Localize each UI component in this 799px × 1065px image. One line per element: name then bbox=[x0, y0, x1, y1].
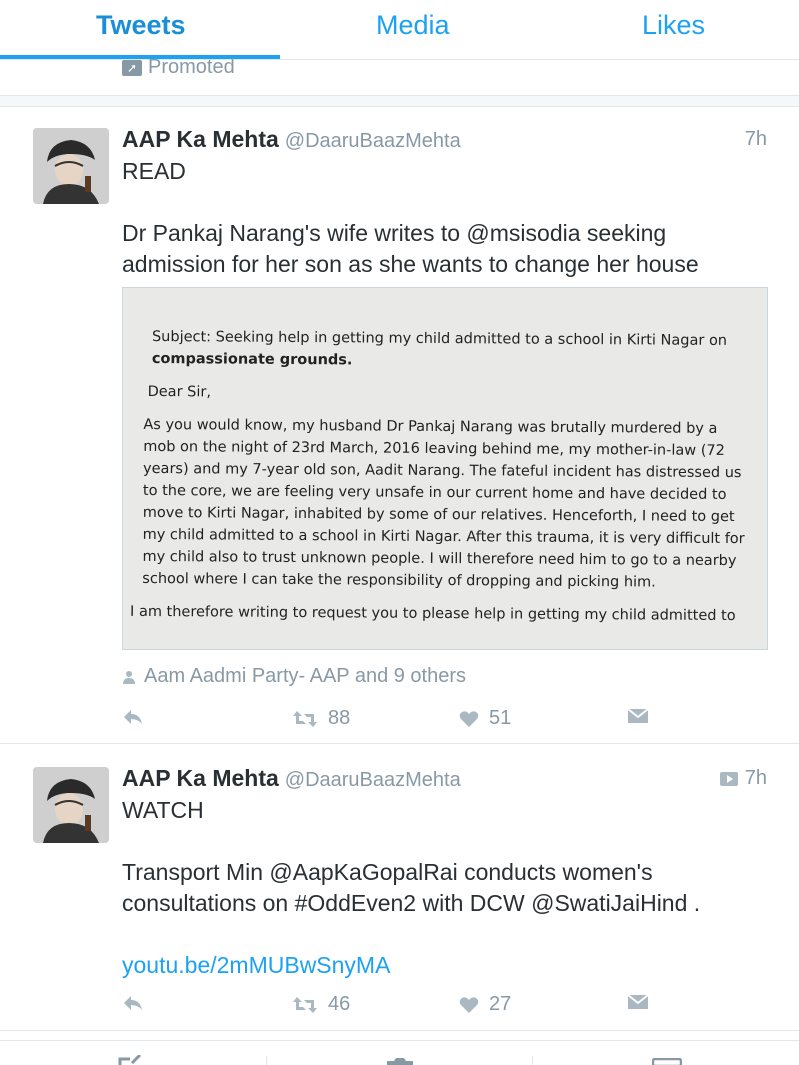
author-name[interactable]: AAP Ka Mehta @DaaruBaazMehta bbox=[122, 765, 461, 792]
timestamp[interactable]: 7h bbox=[719, 767, 767, 790]
timeline-separator bbox=[0, 95, 799, 107]
tweet-image[interactable]: Subject: Seeking help in getting my chil… bbox=[122, 287, 768, 650]
letter-document: Subject: Seeking help in getting my chil… bbox=[130, 326, 752, 638]
toolbar-divider bbox=[266, 1056, 267, 1065]
avatar[interactable] bbox=[33, 767, 109, 843]
compose-icon[interactable] bbox=[118, 1055, 148, 1065]
tweet-text-line: consultations on #OddEven2 with DCW @Swa… bbox=[122, 890, 701, 916]
envelope-icon bbox=[627, 708, 649, 723]
avatar[interactable] bbox=[33, 128, 109, 204]
tweet-actions: 88 51 bbox=[122, 707, 662, 731]
direct-message-button[interactable] bbox=[627, 707, 649, 725]
tweet-text-line: admission for her son as she wants to ch… bbox=[122, 251, 699, 277]
timestamp[interactable]: 7h bbox=[745, 128, 767, 151]
social-context[interactable]: Aam Aadmi Party- AAP and 9 others bbox=[122, 665, 466, 688]
letter-subject-bold: compassionate grounds. bbox=[151, 350, 353, 369]
heart-icon bbox=[459, 710, 479, 727]
social-context-text[interactable]: Aam Aadmi Party- AAP and 9 others bbox=[144, 665, 466, 688]
letter-salutation: Dear Sir, bbox=[147, 383, 212, 401]
username[interactable]: @DaaruBaazMehta bbox=[285, 769, 461, 791]
tweet-text-line: WATCH bbox=[122, 797, 204, 823]
username[interactable]: @DaaruBaazMehta bbox=[285, 130, 461, 152]
promoted-text: Promoted bbox=[148, 56, 235, 78]
tab-likes[interactable]: Likes bbox=[642, 10, 705, 41]
video-icon bbox=[719, 771, 738, 786]
promoted-arrow-icon: ➚ bbox=[122, 59, 142, 76]
letter-subject: Subject: Seeking help in getting my chil… bbox=[151, 328, 728, 349]
reply-button[interactable] bbox=[122, 707, 144, 727]
heart-icon bbox=[459, 996, 479, 1013]
like-count: 51 bbox=[489, 707, 512, 729]
like-button[interactable]: 51 bbox=[459, 707, 511, 730]
like-count: 27 bbox=[489, 993, 512, 1015]
time-text[interactable]: 7h bbox=[745, 128, 767, 151]
profile-tabs: Tweets Media Likes bbox=[0, 0, 799, 60]
tweet-text-line: Dr Pankaj Narang's wife writes to @msiso… bbox=[122, 220, 667, 246]
list-icon[interactable] bbox=[652, 1058, 682, 1065]
tweet-divider bbox=[0, 743, 799, 744]
tweet-link[interactable]: youtu.be/2mMUBwSnyMA bbox=[122, 950, 390, 981]
envelope-icon bbox=[627, 994, 649, 1009]
retweet-button[interactable]: 88 bbox=[292, 707, 350, 730]
retweet-icon bbox=[293, 710, 317, 727]
reply-icon bbox=[124, 710, 142, 724]
direct-message-button[interactable] bbox=[627, 993, 649, 1011]
tweet-actions: 46 27 bbox=[122, 993, 662, 1017]
tab-media[interactable]: Media bbox=[376, 10, 450, 41]
letter-body-continued: I am therefore writing to request you to… bbox=[130, 603, 736, 625]
tab-tweets[interactable]: Tweets bbox=[96, 10, 186, 41]
promoted-label: ➚ Promoted bbox=[122, 56, 235, 79]
display-name[interactable]: AAP Ka Mehta bbox=[122, 126, 279, 152]
camera-icon[interactable] bbox=[385, 1057, 415, 1065]
tweet-divider bbox=[0, 1030, 799, 1031]
retweet-button[interactable]: 46 bbox=[292, 993, 350, 1016]
reply-button[interactable] bbox=[122, 993, 144, 1013]
retweet-count: 46 bbox=[328, 993, 351, 1015]
display-name[interactable]: AAP Ka Mehta bbox=[122, 765, 279, 791]
author-name[interactable]: AAP Ka Mehta @DaaruBaazMehta bbox=[122, 126, 461, 153]
tweet-text-line: READ bbox=[122, 158, 186, 184]
reply-icon bbox=[124, 996, 142, 1010]
person-icon bbox=[123, 670, 135, 684]
toolbar-divider bbox=[532, 1056, 533, 1065]
retweet-icon bbox=[293, 996, 317, 1013]
time-text[interactable]: 7h bbox=[745, 767, 767, 790]
letter-body: As you would know, my husband Dr Pankaj … bbox=[142, 416, 745, 591]
retweet-count: 88 bbox=[328, 707, 351, 729]
like-button[interactable]: 27 bbox=[459, 993, 511, 1016]
bottom-toolbar bbox=[0, 1040, 799, 1065]
tweet-text-line: Transport Min @AapKaGopalRai conducts wo… bbox=[122, 859, 653, 885]
